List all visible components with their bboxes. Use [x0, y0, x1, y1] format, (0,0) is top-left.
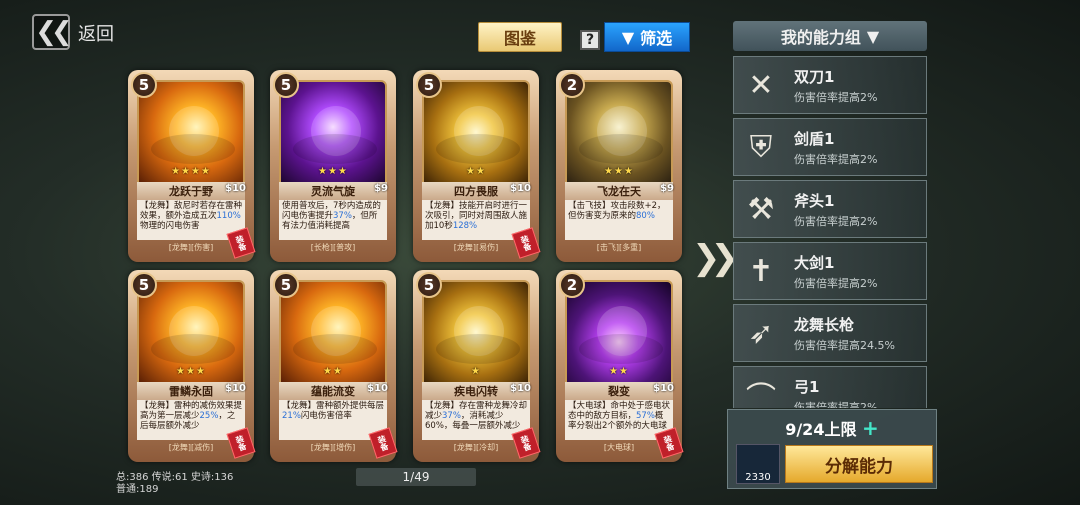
card-rank: $10: [225, 183, 246, 194]
bow-icon: ⌒: [746, 381, 776, 408]
card-desc-highlight: 37%: [442, 411, 461, 421]
card-cost: 5: [273, 72, 299, 98]
ability-desc: 伤害倍率提高2%: [794, 276, 878, 290]
axe-icon: ⚒: [747, 191, 775, 227]
greatsword-icon: ✝: [748, 253, 774, 289]
card-totals: 总:386 传说:61 史诗:136 普通:189: [116, 472, 233, 496]
card-stars: ★★: [609, 366, 629, 377]
limit-row: 9/24上限 +: [728, 416, 936, 440]
card-desc-highlight: 21%: [282, 411, 301, 421]
card-stars: ★★★: [318, 166, 348, 177]
ability-name: 龙舞长枪: [794, 315, 855, 334]
ability-desc: 伤害倍率提高24.5%: [794, 338, 895, 352]
back-button[interactable]: ❮❮: [32, 14, 73, 50]
card-rank: $9: [374, 183, 388, 194]
card-cost: 5: [131, 272, 157, 298]
card-desc-b: 物理的闪电伤害: [140, 221, 200, 231]
card-cost: 5: [416, 72, 442, 98]
card-name: 灵流气旋: [279, 182, 387, 200]
card-rank: $10: [510, 383, 531, 394]
card-rank: $9: [660, 183, 674, 194]
card-rank: $10: [510, 183, 531, 194]
card-name: 飞龙在天: [565, 182, 673, 200]
back-label[interactable]: 返回: [78, 20, 114, 46]
ability-name: 斧头1: [794, 191, 835, 210]
ability-list[interactable]: ✕ 双刀1 伤害倍率提高2% ⛨ 剑盾1 伤害倍率提高2% ⚒ 斧头1 伤害倍率…: [733, 56, 927, 408]
ability-name: 大剑1: [794, 253, 835, 272]
ability-card[interactable]: 2 ★★ 裂变 $10 【大电球】命中处于感电状态中的敌方目标，57%概率分裂出…: [556, 270, 684, 462]
ability-item[interactable]: ✝ 大剑1 伤害倍率提高2%: [733, 242, 927, 300]
ability-item[interactable]: ⌒ 弓1 伤害倍率提高2%: [733, 366, 927, 408]
card-stars: ★★★★: [171, 166, 211, 177]
ability-item[interactable]: ➶ 龙舞长枪 伤害倍率提高24.5%: [733, 304, 927, 362]
totals-line-2: 普通:189: [116, 484, 159, 495]
filter-label: 筛选: [640, 29, 673, 48]
ability-card[interactable]: 5 ★★★ 雷鳞永固 $10 【龙舞】雷种的减伤效果提高为第一层减少25%，之后…: [128, 270, 256, 462]
codex-button[interactable]: 图鉴: [478, 22, 562, 52]
card-stars: ★★★: [176, 366, 206, 377]
card-cost: 2: [559, 272, 585, 298]
totals-line-1: 总:386 传说:61 史诗:136: [116, 472, 234, 483]
ability-item[interactable]: ⚒ 斧头1 伤害倍率提高2%: [733, 180, 927, 238]
ability-desc: 伤害倍率提高2%: [794, 90, 878, 104]
add-limit-icon[interactable]: +: [862, 416, 879, 440]
ability-card[interactable]: 5 ★★ 蕴能流变 $10 【龙舞】雷种额外提供每层21%闪电伤害倍率 [龙舞]…: [270, 270, 398, 462]
ability-card[interactable]: 5 ★★★ 灵流气旋 $9 使用普攻后，7秒内造成的闪电伤害提升37%，但所有法…: [270, 70, 396, 262]
ability-card[interactable]: 5 ★ 疾电闪转 $10 【龙舞】存在雷种龙舞冷却减少37%，消耗减少60%，每…: [413, 270, 541, 462]
ability-name: 弓1: [794, 377, 820, 396]
limit-text: 9/24上限: [785, 420, 857, 439]
spear-icon: ➶: [748, 315, 774, 351]
card-desc-highlight: 57%: [636, 411, 655, 421]
ability-item[interactable]: ✕ 双刀1 伤害倍率提高2%: [733, 56, 927, 114]
ability-desc: 伤害倍率提高2%: [794, 214, 878, 228]
resource-icon: 2330: [736, 444, 780, 484]
card-stars: ★★: [466, 166, 486, 177]
ability-name: 剑盾1: [794, 129, 835, 148]
card-cost: 5: [131, 72, 157, 98]
sword-shield-icon: ⛨: [749, 129, 773, 165]
card-cost: 5: [273, 272, 299, 298]
card-stars: ★★★: [604, 166, 634, 177]
ability-desc: 伤害倍率提高2%: [794, 152, 878, 166]
card-cost: 5: [416, 272, 442, 298]
card-rank: $10: [653, 383, 674, 394]
ability-desc: 伤害倍率提高2%: [794, 400, 878, 409]
ability-name: 双刀1: [794, 67, 835, 86]
filter-button[interactable]: ▼ 筛选: [604, 22, 690, 52]
twin-blades-icon: ✕: [748, 67, 774, 103]
limit-panel: 9/24上限 + 2330 分解能力: [727, 409, 937, 489]
page-indicator: 1/49: [356, 468, 476, 486]
card-tags: [击飞][多重]: [596, 243, 642, 252]
help-icon[interactable]: ?: [580, 30, 600, 50]
card-rank: $10: [367, 383, 388, 394]
card-description: 【击飞技】攻击段数+2，但伤害变为原来的80%: [565, 200, 673, 240]
card-cost: 2: [559, 72, 585, 98]
ability-card[interactable]: 5 ★★★★ 龙跃于野 $10 【龙舞】敌尼时若存在雷种效果，额外造成五次110…: [128, 70, 256, 262]
card-desc-highlight: 80%: [636, 211, 655, 221]
ability-card[interactable]: 2 ★★★ 飞龙在天 $9 【击飞技】攻击段数+2，但伤害变为原来的80% [击…: [556, 70, 682, 262]
card-desc-highlight: 110%: [216, 211, 241, 221]
expand-chevron-icon[interactable]: ❯❯: [692, 238, 739, 278]
card-stars: ★: [471, 366, 481, 377]
filter-triangle-icon: ▼: [621, 27, 635, 47]
resource-count: 2330: [745, 472, 771, 483]
card-desc-a: 【龙舞】雷种额外提供每层: [282, 401, 385, 411]
card-description: 使用普攻后，7秒内造成的闪电伤害提升37%，但所有法力值消耗提高: [279, 200, 387, 240]
card-stars: ★★: [323, 366, 343, 377]
ability-group-title: 我的能力组: [780, 28, 861, 47]
ability-group-dropdown[interactable]: 我的能力组 ▼: [733, 21, 927, 51]
card-desc-b: 闪电伤害倍率: [300, 411, 352, 421]
back-chevron-icon: ❮❮: [35, 17, 72, 47]
card-desc-highlight: 128%: [452, 221, 478, 231]
card-rank: $10: [225, 383, 246, 394]
ability-card[interactable]: 5 ★★ 四方畏服 $10 【龙舞】技能开启时进行一次吸引，同时对周围敌人施加1…: [413, 70, 541, 262]
card-desc-highlight: 37%: [333, 211, 352, 221]
card-desc-highlight: 25%: [199, 411, 219, 421]
card-tags: [长枪][普攻]: [310, 243, 356, 252]
decompose-button[interactable]: 分解能力: [785, 445, 933, 483]
chevron-down-icon: ▼: [866, 26, 880, 46]
ability-item[interactable]: ⛨ 剑盾1 伤害倍率提高2%: [733, 118, 927, 176]
